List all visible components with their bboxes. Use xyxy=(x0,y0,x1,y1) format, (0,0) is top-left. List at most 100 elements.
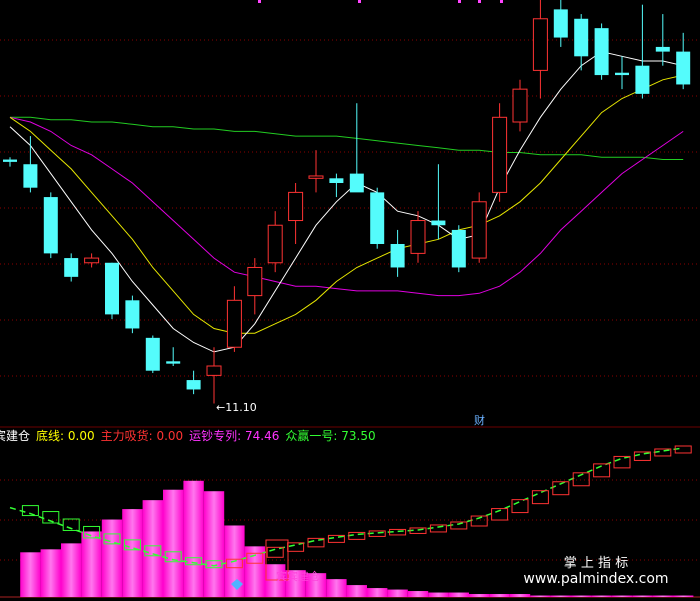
capital-bar xyxy=(81,531,102,597)
capital-bar xyxy=(489,594,510,597)
candle-body xyxy=(267,224,283,264)
candle-body xyxy=(226,299,242,348)
candle-body xyxy=(615,72,629,76)
stock-chart: ←11.10 财 宾建仓 底线: 0.00 主力吸货: 0.00 运钞专列: 74.4… xyxy=(0,0,700,598)
candle xyxy=(267,211,283,273)
candle xyxy=(206,347,222,404)
candle-body xyxy=(655,46,670,52)
low-price-label: ←11.10 xyxy=(216,401,257,414)
legend-item: 宾建仓 xyxy=(0,428,30,443)
capital-bar xyxy=(509,594,531,597)
capital-bar xyxy=(448,592,469,597)
candle xyxy=(43,192,58,259)
candle xyxy=(635,4,650,99)
top-marker xyxy=(500,0,503,3)
capital-bar xyxy=(203,491,225,597)
candle xyxy=(329,173,344,198)
legend-item: 主力吸货: 0.00 xyxy=(101,428,184,443)
legend-item: 运钞专列: 74.46 xyxy=(189,428,279,443)
candle xyxy=(125,295,140,334)
candle xyxy=(23,136,38,193)
candle-body xyxy=(574,18,589,57)
candle xyxy=(145,335,160,374)
candle-body xyxy=(676,51,691,85)
candle-body xyxy=(390,244,405,268)
candle-body xyxy=(410,220,426,254)
capital-bar xyxy=(550,595,571,597)
capital-bar xyxy=(163,489,184,597)
candle-body xyxy=(532,18,548,71)
capital-bar xyxy=(61,543,82,597)
capital-bar xyxy=(346,585,367,597)
capital-bar xyxy=(40,549,61,597)
capital-bar xyxy=(183,480,204,597)
candle-body xyxy=(105,262,119,315)
capital-bar xyxy=(571,595,592,597)
candle xyxy=(84,253,100,268)
capital-bar xyxy=(387,589,408,597)
legend-item: 底线: 0.00 xyxy=(36,428,95,443)
candle xyxy=(349,103,364,193)
capital-bar xyxy=(367,588,388,597)
candle xyxy=(3,157,17,167)
capital-bar xyxy=(591,595,612,597)
candle-body xyxy=(125,300,140,329)
candle-body xyxy=(23,164,38,188)
candle xyxy=(471,192,487,263)
candle xyxy=(655,14,670,66)
candle-body xyxy=(329,178,344,183)
candle-body xyxy=(288,191,304,222)
candle-body xyxy=(553,9,568,38)
candle xyxy=(226,286,242,352)
capital-bar xyxy=(469,594,490,597)
capital-bar xyxy=(101,519,123,597)
candle-body xyxy=(43,197,58,254)
ma-green-line xyxy=(10,116,684,160)
candle-body xyxy=(186,380,201,390)
candle-body xyxy=(451,229,466,268)
candle xyxy=(166,347,181,366)
candle-body xyxy=(247,266,263,297)
candle xyxy=(247,258,263,315)
candle-body xyxy=(349,173,364,193)
main-annotations: ←11.10 财 xyxy=(216,401,485,427)
candle xyxy=(390,229,405,277)
candle-body xyxy=(166,361,181,364)
candle xyxy=(370,187,385,249)
capital-bar xyxy=(122,509,143,597)
capital-bar xyxy=(20,552,41,597)
capital-bar xyxy=(428,592,449,597)
watermark-title: 掌 上 指 标 xyxy=(564,556,628,571)
candle xyxy=(594,23,609,80)
candle xyxy=(288,183,304,244)
candle-body xyxy=(3,159,17,162)
candle xyxy=(308,150,324,193)
candle xyxy=(615,56,629,90)
capital-line-box xyxy=(531,490,549,505)
capital-bar xyxy=(407,591,429,597)
candle xyxy=(410,211,426,263)
indicator-legend: 宾建仓 底线: 0.00 主力吸货: 0.00 运钞专列: 74.46 众赢一号: 73… xyxy=(0,428,376,443)
capital-bar xyxy=(530,595,551,597)
candle-body xyxy=(370,192,385,244)
capital-bar xyxy=(673,595,694,597)
top-marker xyxy=(258,0,261,3)
candle-body xyxy=(84,257,100,264)
candle xyxy=(512,79,528,132)
candle-body xyxy=(471,201,487,259)
finance-marker: 财 xyxy=(474,413,485,427)
capital-line-box xyxy=(613,455,631,469)
capital-bar xyxy=(632,595,653,597)
candle-body xyxy=(594,28,609,76)
candle xyxy=(532,0,548,99)
capital-bar xyxy=(611,595,633,597)
capital-bar xyxy=(326,579,347,597)
capital-bar xyxy=(652,595,673,597)
candle xyxy=(186,370,201,395)
legend-item: 众赢一号: 73.50 xyxy=(285,428,375,443)
top-marker xyxy=(358,0,361,3)
capital-bar xyxy=(142,500,163,597)
candle-body xyxy=(431,220,446,226)
candle xyxy=(492,103,508,202)
watermark: 掌 上 指 标 www.palmindex.com xyxy=(523,556,668,587)
